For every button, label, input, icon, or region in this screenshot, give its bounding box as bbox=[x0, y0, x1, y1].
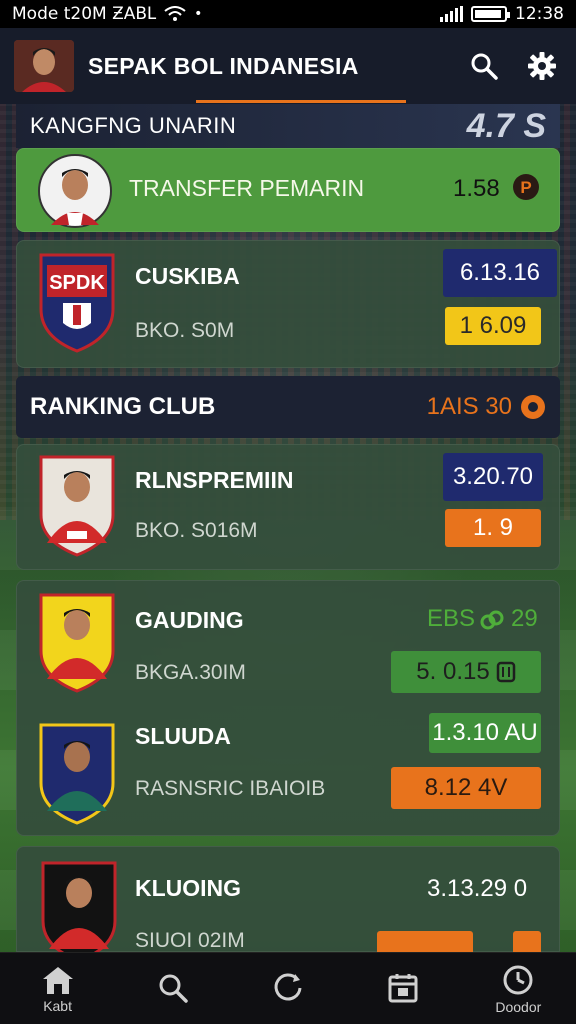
search-icon bbox=[471, 53, 498, 80]
app-title: SEPAK BOL INDANESIA bbox=[88, 52, 359, 79]
player-crest-icon bbox=[39, 593, 115, 693]
transfer-card[interactable]: TRANSFER PEMARIN 1.58 P bbox=[16, 148, 560, 232]
player-badge-value: 5. 0.15 bbox=[416, 658, 490, 685]
player-badge-bottom: 8.12 4V bbox=[391, 767, 541, 809]
player-badge-top: 1.3.10 AU bbox=[429, 713, 541, 753]
status-text: Mode t20M ƵABԼ bbox=[12, 4, 157, 24]
gear-icon bbox=[528, 52, 556, 80]
club-badge-bottom: 1 6.09 bbox=[445, 307, 541, 345]
clock-icon bbox=[503, 965, 533, 994]
status-bar: Mode t20M ƵABԼ • 12:38 bbox=[0, 0, 576, 28]
progress-underline bbox=[196, 100, 406, 103]
player-sub: SIUOI 02IM bbox=[135, 929, 245, 952]
player-card[interactable]: RLNSPREMIIN BKO. S016M 3.20.70 1. 9 bbox=[16, 444, 560, 570]
player-card[interactable]: KLUOING SIUOI 02IM 3.13.29 0 bbox=[16, 846, 560, 953]
player-top-value-2: 29 bbox=[511, 605, 538, 632]
avatar[interactable] bbox=[14, 40, 74, 92]
club-crest-icon: SPDK bbox=[39, 253, 115, 353]
nav-calendar[interactable] bbox=[363, 971, 443, 1007]
player-name: KLUOING bbox=[135, 875, 242, 901]
player-badge-bottom: 1. 9 bbox=[445, 509, 541, 547]
partial-banner[interactable]: KANGFNG UNARIN 4.7 S bbox=[16, 100, 560, 148]
box-icon bbox=[496, 661, 515, 683]
transfer-label: TRANSFER PEMARIN bbox=[129, 175, 365, 201]
search-button[interactable] bbox=[464, 46, 504, 86]
player-name: GAUDING bbox=[135, 607, 244, 633]
nav-home[interactable]: Kabt bbox=[18, 964, 98, 1014]
status-time: 12:38 bbox=[515, 4, 564, 24]
nav-schedule[interactable]: Doodor bbox=[478, 963, 558, 1015]
club-name: CUSKIBA bbox=[135, 263, 240, 289]
player-name: SLUUDA bbox=[135, 723, 231, 749]
player-top-value: EBS bbox=[427, 605, 476, 632]
wifi-icon bbox=[164, 6, 186, 21]
player-badge-partial-2 bbox=[513, 931, 541, 953]
ranking-value: 1AIS 30 bbox=[426, 393, 512, 420]
player-group-card[interactable]: GAUDING BKGA.30IM EBS 29 5. 0.15 SLUUDA … bbox=[16, 580, 560, 836]
nav-search[interactable] bbox=[133, 971, 213, 1007]
ranking-title: RANKING CLUB bbox=[30, 393, 216, 420]
settings-button[interactable] bbox=[522, 46, 562, 86]
home-icon bbox=[42, 966, 73, 994]
player-avatar bbox=[38, 154, 112, 228]
svg-text:P: P bbox=[520, 178, 531, 197]
player-crest-icon bbox=[39, 455, 115, 557]
player-sub: RASNSRIC IBAIOIB bbox=[135, 777, 326, 800]
club-badge-top: 6.13.16 bbox=[443, 249, 557, 297]
bottom-nav: Kabt Doodor bbox=[0, 952, 576, 1024]
info-icon[interactable]: P bbox=[511, 172, 541, 202]
ranking-club-bar[interactable]: RANKING CLUB 1AIS 30 bbox=[16, 376, 560, 438]
player-badge: 5. 0.15 bbox=[391, 651, 541, 693]
banner-score: 4.7 S bbox=[466, 106, 546, 145]
banner-label: KANGFNG UNARIN bbox=[30, 113, 237, 138]
player-sub: BKGA.30IM bbox=[135, 661, 246, 684]
battery-icon bbox=[471, 6, 510, 22]
signal-icon bbox=[440, 6, 463, 22]
nav-home-label: Kabt bbox=[43, 997, 72, 1014]
nav-schedule-label: Doodor bbox=[495, 998, 542, 1015]
player-sub: BKO. S016M bbox=[135, 519, 258, 542]
player-badge-top: 3.20.70 bbox=[443, 453, 543, 501]
refresh-icon bbox=[274, 973, 302, 1000]
player-crest-icon bbox=[41, 861, 117, 953]
player-crest-icon bbox=[39, 723, 115, 825]
nav-refresh[interactable] bbox=[248, 971, 328, 1007]
club-sub: BKO. S0M bbox=[135, 319, 235, 342]
club-card[interactable]: SPDK CUSKIBA BKO. S0M 6.13.16 1 6.09 bbox=[16, 240, 560, 368]
transfer-value: 1.58 bbox=[453, 175, 500, 202]
search-icon bbox=[159, 974, 188, 1003]
settings-badge-icon[interactable] bbox=[520, 394, 546, 420]
link-icon bbox=[480, 610, 504, 630]
crest-text: SPDK bbox=[49, 272, 105, 294]
calendar-icon bbox=[388, 973, 418, 1002]
app-header: SEPAK BOL INDANESIA bbox=[0, 28, 576, 104]
player-name: RLNSPREMIIN bbox=[135, 467, 294, 493]
player-value: 3.13.29 0 bbox=[427, 875, 528, 902]
player-badge-partial bbox=[377, 931, 473, 953]
dot-icon: • bbox=[194, 6, 203, 22]
